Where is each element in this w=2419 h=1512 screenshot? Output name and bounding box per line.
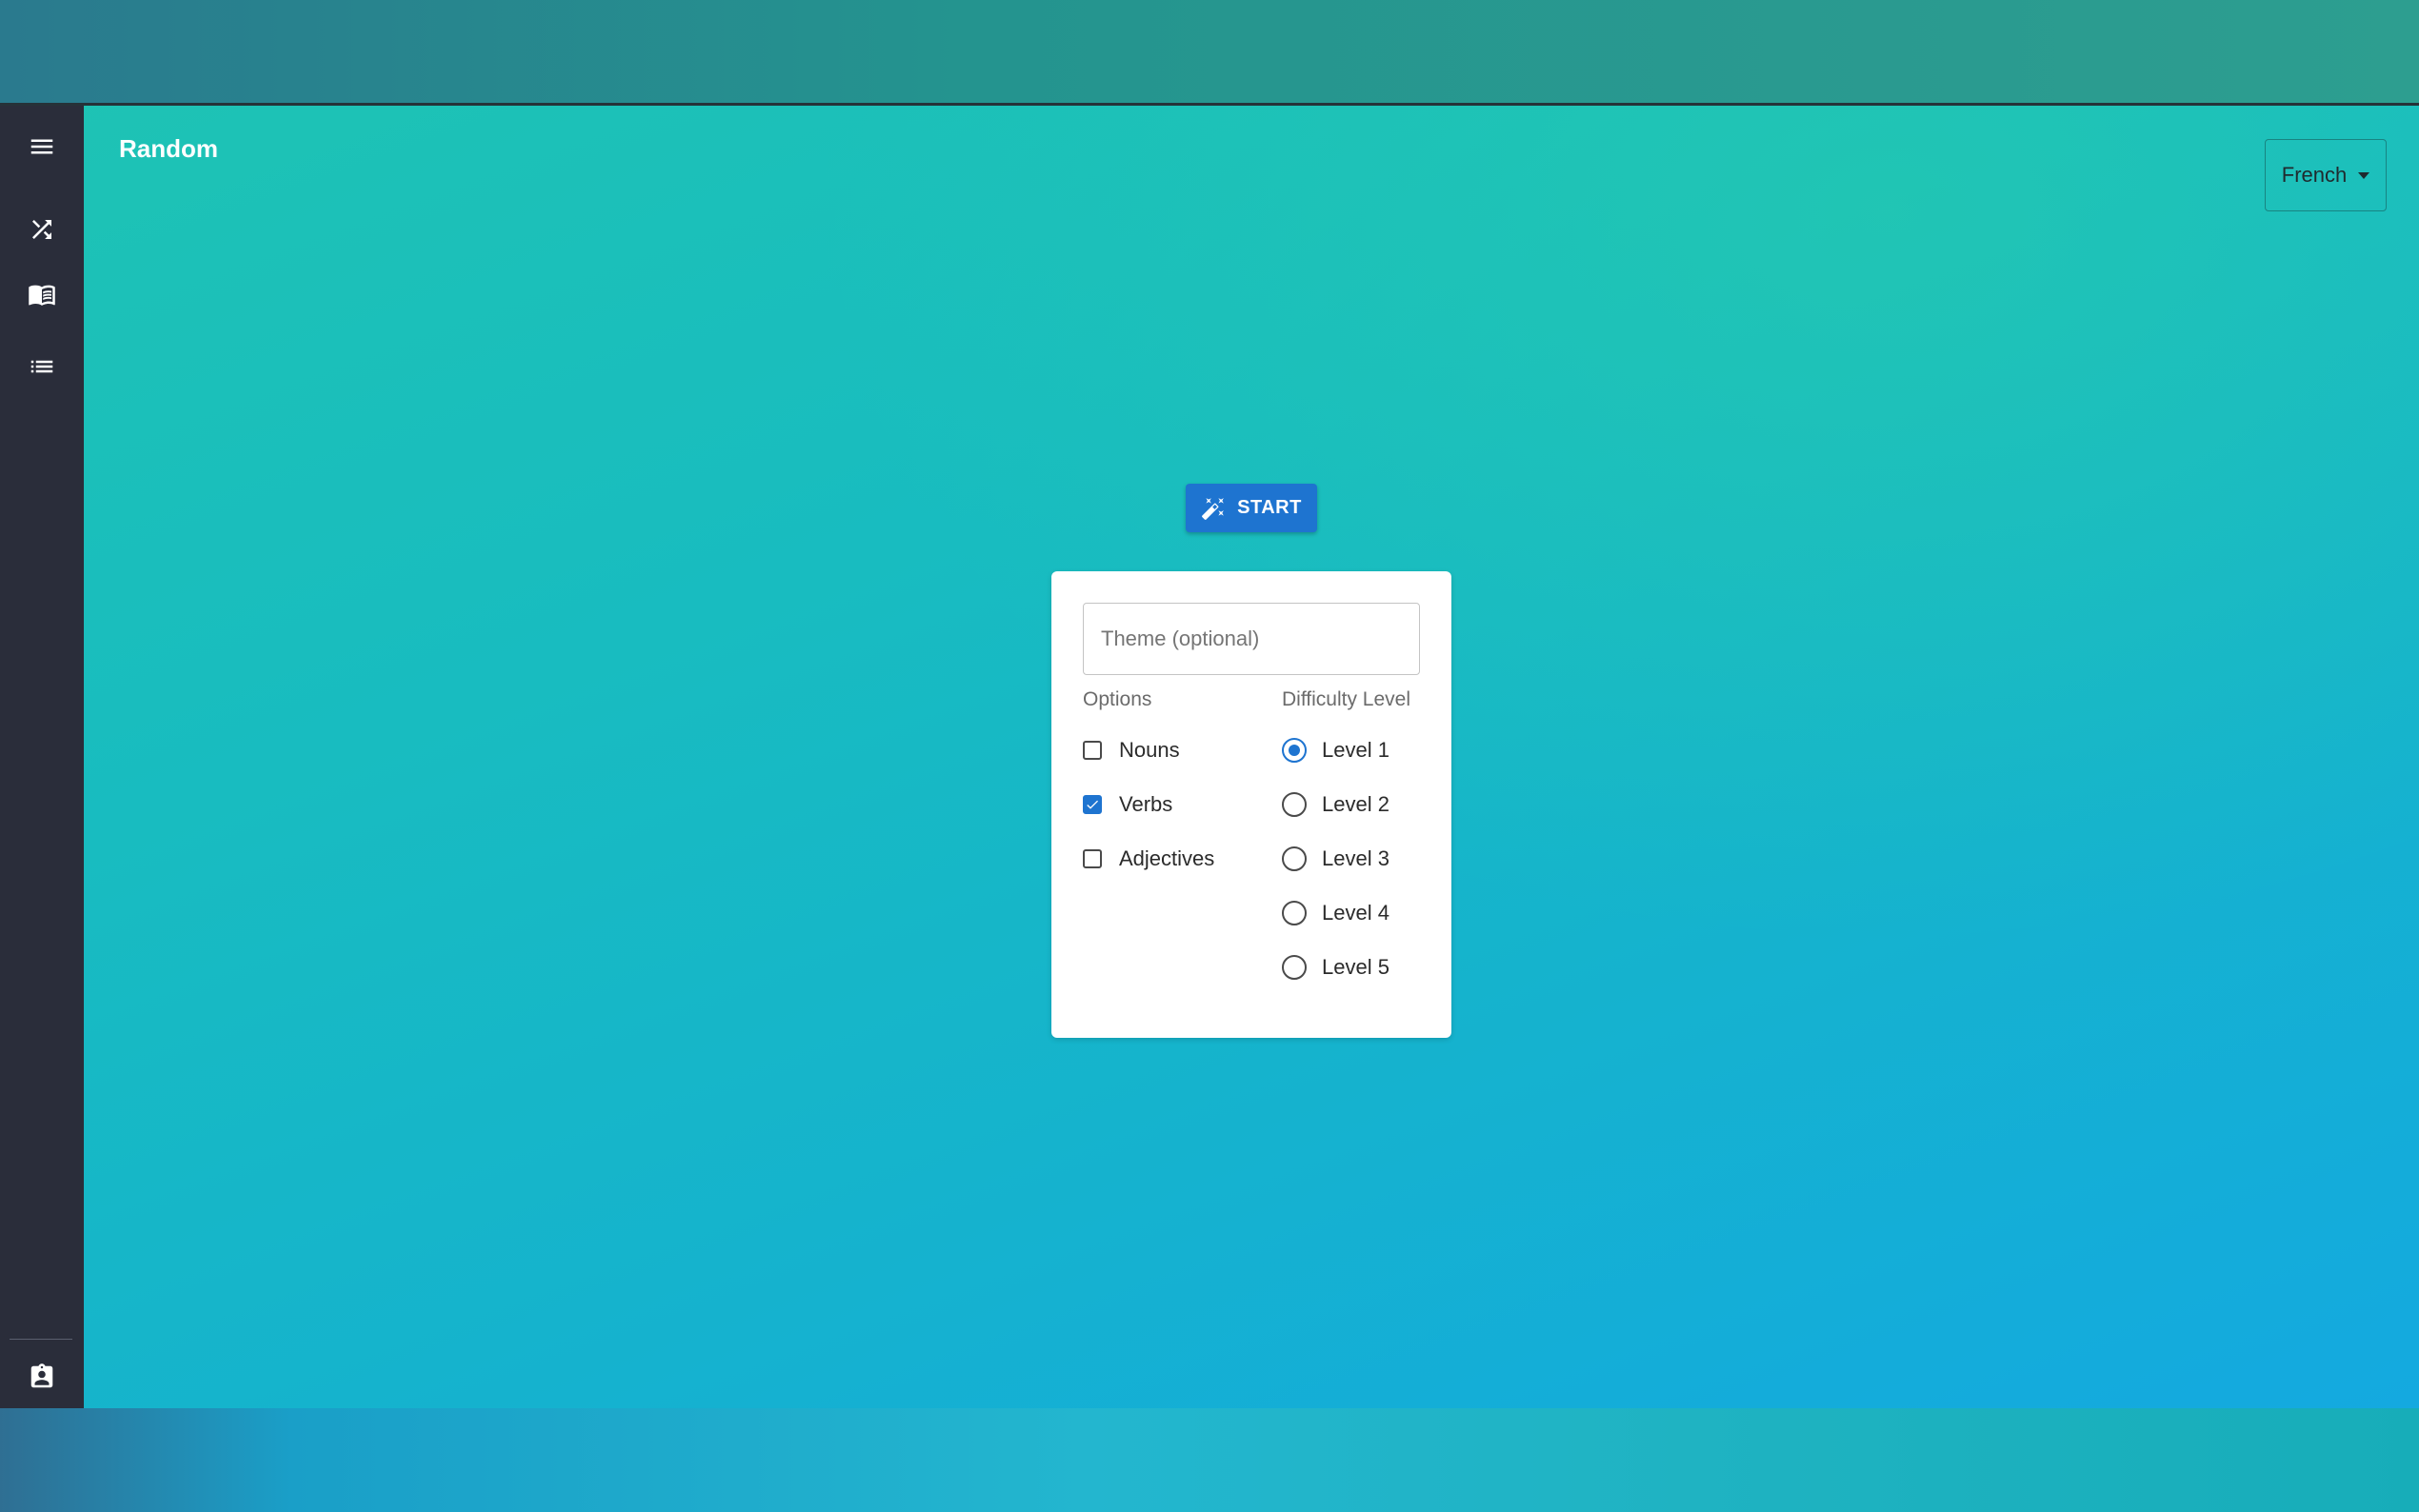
sidebar-item-random[interactable] bbox=[0, 203, 84, 256]
option-adjectives[interactable]: Adjectives bbox=[1083, 840, 1214, 878]
level-4-option[interactable]: Level 4 bbox=[1282, 894, 1389, 932]
sidebar-divider bbox=[10, 1339, 72, 1340]
level-label: Level 4 bbox=[1322, 901, 1389, 925]
contact-badge-icon bbox=[30, 1363, 53, 1388]
level-2-radio[interactable] bbox=[1282, 792, 1307, 817]
level-5-option[interactable]: Level 5 bbox=[1282, 948, 1389, 986]
level-4-radio[interactable] bbox=[1282, 901, 1307, 925]
window-bottom-band bbox=[0, 1408, 2419, 1512]
level-5-radio[interactable] bbox=[1282, 955, 1307, 980]
difficulty-level-label: Difficulty Level bbox=[1282, 688, 1411, 710]
option-nouns[interactable]: Nouns bbox=[1083, 731, 1180, 769]
verbs-checkbox[interactable] bbox=[1083, 795, 1102, 814]
option-label: Nouns bbox=[1119, 738, 1180, 762]
theme-input[interactable] bbox=[1083, 603, 1420, 675]
level-label: Level 3 bbox=[1322, 846, 1389, 870]
level-3-radio[interactable] bbox=[1282, 846, 1307, 871]
options-label: Options bbox=[1083, 688, 1152, 710]
sidebar-item-dictionary[interactable] bbox=[0, 268, 84, 321]
sidebar-item-account[interactable] bbox=[0, 1350, 84, 1403]
menu-icon bbox=[30, 139, 53, 154]
level-label: Level 2 bbox=[1322, 792, 1389, 816]
start-button[interactable]: START bbox=[1186, 484, 1317, 532]
level-label: Level 1 bbox=[1322, 738, 1389, 762]
sidebar-item-list[interactable] bbox=[0, 340, 84, 393]
level-2-option[interactable]: Level 2 bbox=[1282, 786, 1389, 824]
language-select[interactable]: French bbox=[2265, 139, 2387, 211]
language-select-value: French bbox=[2281, 163, 2348, 187]
adjectives-checkbox[interactable] bbox=[1083, 849, 1102, 868]
sidebar bbox=[0, 106, 84, 1408]
level-label: Level 5 bbox=[1322, 955, 1389, 979]
book-icon bbox=[29, 285, 55, 306]
nouns-checkbox[interactable] bbox=[1083, 741, 1102, 760]
magic-wand-icon bbox=[1202, 497, 1224, 520]
start-button-label: START bbox=[1237, 497, 1302, 518]
checkmark-icon bbox=[1087, 800, 1098, 809]
option-verbs[interactable]: Verbs bbox=[1083, 786, 1172, 824]
level-1-radio[interactable] bbox=[1282, 738, 1307, 763]
shuffle-icon bbox=[32, 220, 51, 239]
option-label: Adjectives bbox=[1119, 846, 1215, 870]
level-3-option[interactable]: Level 3 bbox=[1282, 840, 1389, 878]
chevron-down-icon bbox=[2358, 171, 2370, 179]
level-1-option[interactable]: Level 1 bbox=[1282, 731, 1389, 769]
window-top-band bbox=[0, 0, 2419, 103]
page-title: Random bbox=[119, 134, 218, 163]
list-icon bbox=[30, 360, 53, 373]
app-window: Random French START Options Difficulty L… bbox=[0, 103, 2419, 1408]
menu-button[interactable] bbox=[0, 120, 84, 173]
option-label: Verbs bbox=[1119, 792, 1173, 816]
quiz-settings-card: Options Difficulty Level Nouns Verbs Adj… bbox=[1051, 571, 1451, 1038]
